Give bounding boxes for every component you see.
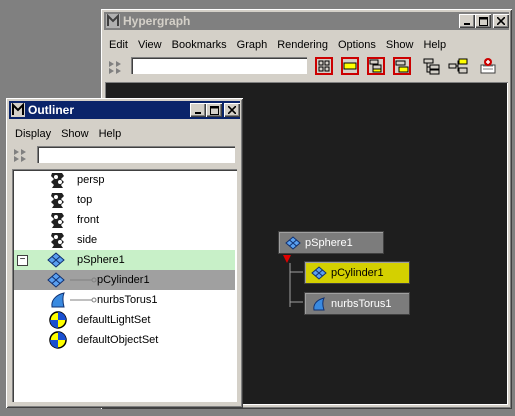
minimize-button[interactable]: [190, 103, 206, 117]
node-label: pCylinder1: [331, 266, 384, 279]
maya-logo-icon: [106, 14, 120, 28]
list-item-pcylinder1[interactable]: pCylinder1: [14, 270, 235, 290]
set-icon: [49, 311, 67, 329]
list-item-label: pCylinder1: [97, 274, 150, 286]
outliner-search-input[interactable]: [37, 146, 235, 163]
list-item-label: side: [77, 234, 98, 246]
list-item-label: persp: [77, 174, 105, 186]
list-item-label: defaultLightSet: [77, 314, 151, 326]
toolbar-grip-icon[interactable]: [12, 145, 32, 165]
hypergraph-titlebar[interactable]: Hypergraph: [104, 12, 509, 30]
outliner-window: Outliner Display Show Help persp top fro…: [6, 98, 243, 408]
menu-view[interactable]: View: [133, 39, 167, 51]
window-title: Hypergraph: [123, 14, 191, 28]
window-title: Outliner: [28, 103, 75, 117]
close-button[interactable]: [493, 14, 509, 28]
mesh-icon: [285, 235, 301, 250]
list-item-side[interactable]: side: [14, 230, 235, 250]
node-label: pSphere1: [305, 236, 353, 249]
camera-icon: [51, 193, 64, 208]
list-item-defaultlightset[interactable]: defaultLightSet: [14, 310, 235, 330]
camera-icon: [51, 233, 64, 248]
menu-graph[interactable]: Graph: [232, 39, 273, 51]
input-output-connections-icon[interactable]: [448, 56, 468, 76]
maximize-button[interactable]: [475, 14, 491, 28]
maya-logo-icon: [11, 103, 25, 117]
hypergraph-menubar: Edit View Bookmarks Graph Rendering Opti…: [104, 36, 451, 54]
tree-connector: [70, 277, 97, 283]
menu-options[interactable]: Options: [333, 39, 381, 51]
set-icon: [49, 331, 67, 349]
menu-show[interactable]: Show: [381, 39, 419, 51]
menu-help[interactable]: Help: [418, 39, 451, 51]
list-item-label: front: [77, 214, 100, 226]
frame-hierarchy-icon[interactable]: [366, 56, 386, 76]
list-item-nurbstorus1[interactable]: nurbsTorus1: [14, 290, 235, 310]
list-item-front[interactable]: front: [14, 210, 235, 230]
render-node-icon[interactable]: [478, 56, 498, 76]
outliner-list[interactable]: persp top front side − pSphere1 pCylinde…: [12, 169, 237, 402]
menu-bookmarks[interactable]: Bookmarks: [167, 39, 232, 51]
collapse-toggle[interactable]: −: [17, 255, 28, 266]
menu-help[interactable]: Help: [94, 128, 127, 140]
list-item-label: pSphere1: [77, 254, 125, 266]
maximize-button[interactable]: [206, 103, 222, 117]
toolbar-grip-icon[interactable]: [107, 57, 127, 77]
close-button[interactable]: [224, 103, 240, 117]
menu-show[interactable]: Show: [56, 128, 94, 140]
camera-icon: [51, 213, 64, 228]
camera-icon: [51, 173, 64, 188]
frame-all-icon[interactable]: [314, 56, 334, 76]
outliner-titlebar[interactable]: Outliner: [9, 101, 240, 119]
nurbs-icon: [313, 296, 325, 310]
scene-hierarchy-icon[interactable]: [422, 56, 442, 76]
list-item-top[interactable]: top: [14, 190, 235, 210]
node-nurbstorus1[interactable]: nurbsTorus1: [304, 292, 410, 315]
menu-rendering[interactable]: Rendering: [272, 39, 333, 51]
hypergraph-search-input[interactable]: [131, 57, 307, 74]
node-label: nurbsTorus1: [331, 297, 392, 310]
list-item-label: defaultObjectSet: [77, 334, 159, 346]
menu-display[interactable]: Display: [10, 128, 56, 140]
list-item-psphere1[interactable]: − pSphere1: [14, 250, 235, 270]
list-item-defaultobjectset[interactable]: defaultObjectSet: [14, 330, 235, 350]
node-psphere1[interactable]: pSphere1: [278, 231, 384, 254]
tree-connector: [70, 297, 97, 303]
list-item-label: top: [77, 194, 93, 206]
minimize-button[interactable]: [459, 14, 475, 28]
outliner-menubar: Display Show Help: [10, 125, 126, 143]
list-item-persp[interactable]: persp: [14, 170, 235, 190]
node-pcylinder1[interactable]: pCylinder1: [304, 261, 410, 284]
frame-branch-icon[interactable]: [392, 56, 412, 76]
list-item-label: nurbsTorus1: [97, 294, 158, 306]
nurbs-icon: [51, 292, 65, 308]
mesh-icon: [47, 252, 65, 268]
menu-edit[interactable]: Edit: [104, 39, 133, 51]
frame-selection-icon[interactable]: [340, 56, 360, 76]
mesh-icon: [47, 272, 65, 288]
mesh-icon: [311, 265, 327, 280]
